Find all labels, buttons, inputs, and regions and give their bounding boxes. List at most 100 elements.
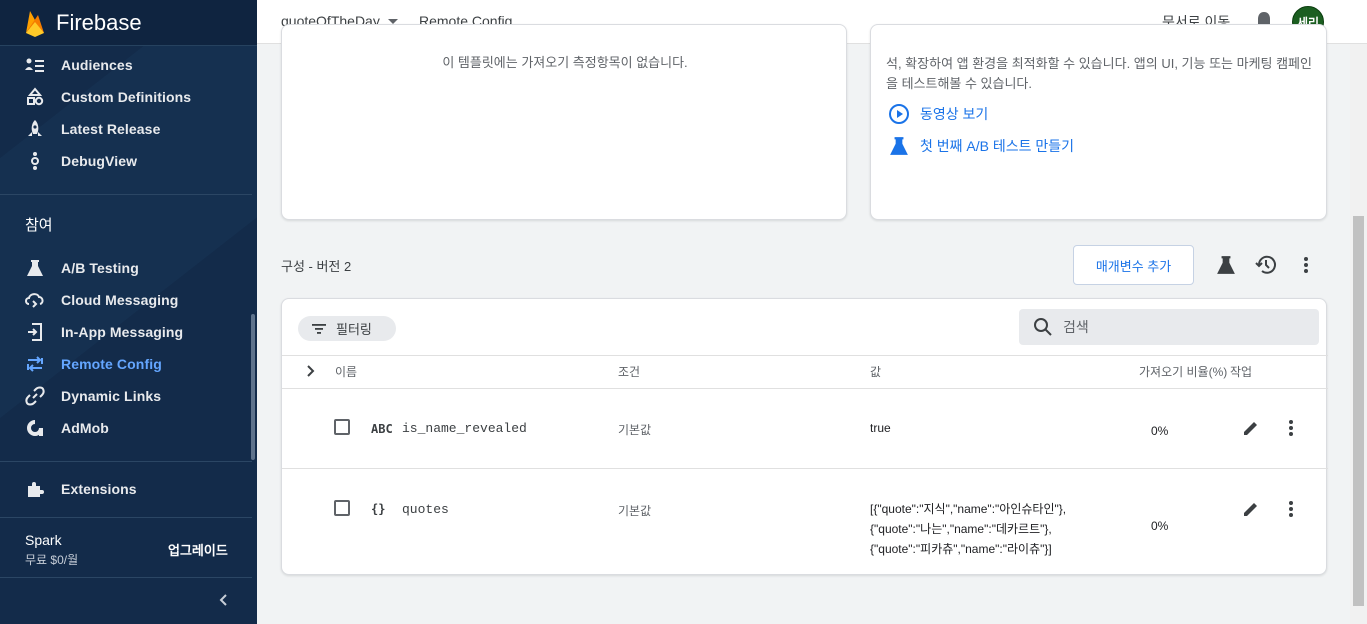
- sidebar: Firebase Audiences Custom Definitions La…: [0, 0, 257, 624]
- create-ab-test-label: 첫 번째 A/B 테스트 만들기: [920, 138, 1075, 154]
- parameter-name[interactable]: is_name_revealed: [402, 421, 527, 436]
- edit-pencil-icon[interactable]: [1240, 417, 1262, 439]
- value-line: [{"quote":"지식","name":"아인슈타인"},: [870, 502, 1067, 516]
- sidebar-item-in-app-messaging[interactable]: In-App Messaging: [0, 316, 252, 348]
- create-ab-test-link[interactable]: 첫 번째 A/B 테스트 만들기: [888, 135, 1074, 157]
- sidebar-item-label: Remote Config: [61, 356, 162, 372]
- no-metrics-message: 이 템플릿에는 가져오기 측정항목이 없습니다.: [442, 55, 688, 70]
- column-header-condition: 조건: [618, 365, 641, 379]
- row-divider: [282, 468, 1328, 469]
- sidebar-scrollbar[interactable]: [251, 314, 255, 460]
- column-header-fetch-rate: 가져오기 비율(%): [1139, 365, 1228, 379]
- filter-icon: [312, 323, 326, 334]
- sidebar-item-cloud-messaging[interactable]: Cloud Messaging: [0, 284, 252, 316]
- parameter-value: [{"quote":"지식","name":"아인슈타인"}, {"quote"…: [870, 499, 1066, 559]
- admob-icon: [24, 417, 46, 439]
- firebase-logo-icon: [26, 10, 44, 37]
- sidebar-item-debugview[interactable]: DebugView: [0, 145, 252, 177]
- sidebar-divider: [0, 577, 252, 578]
- chevron-down-icon: [387, 18, 398, 24]
- parameter-condition: 기본값: [618, 423, 652, 437]
- app-root: Firebase Audiences Custom Definitions La…: [0, 0, 1367, 624]
- sidebar-item-dynamic-links[interactable]: Dynamic Links: [0, 380, 252, 412]
- column-header-actions: 작업: [1230, 365, 1253, 379]
- sidebar-item-remote-config[interactable]: Remote Config: [0, 348, 252, 380]
- sidebar-item-extensions[interactable]: Extensions: [0, 473, 252, 505]
- config-version-label: 구성 - 버전 2: [281, 259, 352, 274]
- sidebar-section-title: 참여: [25, 217, 53, 234]
- fetch-metrics-card: 이 템플릿에는 가져오기 측정항목이 없습니다.: [281, 24, 847, 220]
- sidebar-divider: [0, 517, 252, 518]
- ab-testing-card: 석, 확장하여 앱 환경을 최적화할 수 있습니다. 앱의 UI, 기능 또는 …: [870, 24, 1327, 220]
- table-header-border: [282, 388, 1328, 389]
- sidebar-divider: [0, 194, 252, 195]
- sidebar-divider: [0, 461, 252, 462]
- sidebar-item-ab-testing[interactable]: A/B Testing: [0, 252, 252, 284]
- debugview-icon: [24, 150, 46, 172]
- sidebar-item-label: Audiences: [61, 57, 133, 73]
- parameter-name[interactable]: quotes: [402, 502, 449, 517]
- more-vert-icon[interactable]: [1280, 417, 1302, 439]
- column-header-value: 값: [870, 365, 882, 379]
- in-app-messaging-icon: [24, 321, 46, 343]
- search-box[interactable]: [1019, 309, 1319, 345]
- cloud-messaging-icon: [24, 289, 46, 311]
- table-header-border: [282, 355, 1328, 356]
- sidebar-item-label: Dynamic Links: [61, 388, 162, 404]
- flask-icon: [24, 257, 46, 279]
- plan-price: 무료 $0/월: [25, 553, 79, 567]
- ab-test-flask-icon[interactable]: [1214, 253, 1238, 277]
- collapse-sidebar-icon[interactable]: [214, 590, 234, 610]
- brand-header[interactable]: Firebase: [0, 0, 257, 46]
- fetch-rate: 0%: [1151, 519, 1169, 533]
- history-icon[interactable]: [1254, 253, 1278, 277]
- plan-name: Spark: [25, 532, 62, 548]
- filter-chip[interactable]: 필터링: [298, 316, 396, 341]
- flask-icon: [888, 135, 910, 157]
- sidebar-item-custom-definitions[interactable]: Custom Definitions: [0, 81, 252, 113]
- string-type-icon: ABC: [371, 422, 393, 436]
- row-checkbox[interactable]: [334, 419, 350, 435]
- column-header-name[interactable]: 이름: [335, 363, 357, 380]
- add-parameter-button[interactable]: 매개변수 추가: [1073, 245, 1194, 285]
- sidebar-item-label: AdMob: [61, 420, 109, 436]
- sidebar-item-label: Custom Definitions: [61, 89, 192, 105]
- row-checkbox[interactable]: [334, 500, 350, 516]
- search-icon: [1034, 318, 1052, 336]
- sidebar-item-label: A/B Testing: [61, 260, 139, 276]
- more-vert-icon[interactable]: [1294, 253, 1318, 277]
- sidebar-item-admob[interactable]: AdMob: [0, 412, 252, 444]
- play-circle-icon: [888, 103, 910, 125]
- fetch-rate: 0%: [1151, 424, 1169, 438]
- upgrade-button[interactable]: 업그레이드: [168, 540, 228, 559]
- extensions-icon: [24, 478, 46, 500]
- link-icon: [24, 385, 46, 407]
- more-vert-icon[interactable]: [1280, 498, 1302, 520]
- custom-definitions-icon: [24, 86, 46, 108]
- sidebar-item-label: In-App Messaging: [61, 324, 184, 340]
- latest-release-icon: [24, 118, 46, 140]
- expand-all-chevron-icon[interactable]: [304, 363, 318, 379]
- watch-video-link[interactable]: 동영상 보기: [888, 103, 988, 125]
- filter-label: 필터링: [336, 322, 372, 337]
- search-input[interactable]: [1063, 319, 1293, 335]
- ab-testing-description: 석, 확장하여 앱 환경을 최적화할 수 있습니다. 앱의 UI, 기능 또는 …: [886, 56, 1312, 91]
- sidebar-item-latest-release[interactable]: Latest Release: [0, 113, 252, 145]
- sidebar-item-label: Cloud Messaging: [61, 292, 179, 308]
- watch-video-label: 동영상 보기: [920, 106, 989, 122]
- parameters-table-card: 필터링 이름 조건 값 가져오기 비율(%) 작업 ABC is_name_re…: [281, 298, 1328, 575]
- sidebar-item-label: DebugView: [61, 153, 138, 169]
- sidebar-item-label: Latest Release: [61, 121, 161, 137]
- sidebar-item-label: Extensions: [61, 481, 137, 497]
- brand-name: Firebase: [56, 9, 142, 35]
- edit-pencil-icon[interactable]: [1240, 498, 1262, 520]
- page-scrollbar[interactable]: [1350, 44, 1367, 624]
- remote-config-icon: [24, 353, 46, 375]
- parameter-condition: 기본값: [618, 504, 652, 518]
- value-line: {"quote":"나는","name":"데카르트"},: [870, 522, 1052, 536]
- json-type-icon: {}: [371, 502, 386, 516]
- page-scrollbar-thumb[interactable]: [1353, 216, 1364, 606]
- sidebar-item-audiences[interactable]: Audiences: [0, 49, 252, 81]
- parameter-value: true: [870, 421, 891, 435]
- main-content: 이 템플릿에는 가져오기 측정항목이 없습니다. 석, 확장하여 앱 환경을 최…: [257, 24, 1350, 624]
